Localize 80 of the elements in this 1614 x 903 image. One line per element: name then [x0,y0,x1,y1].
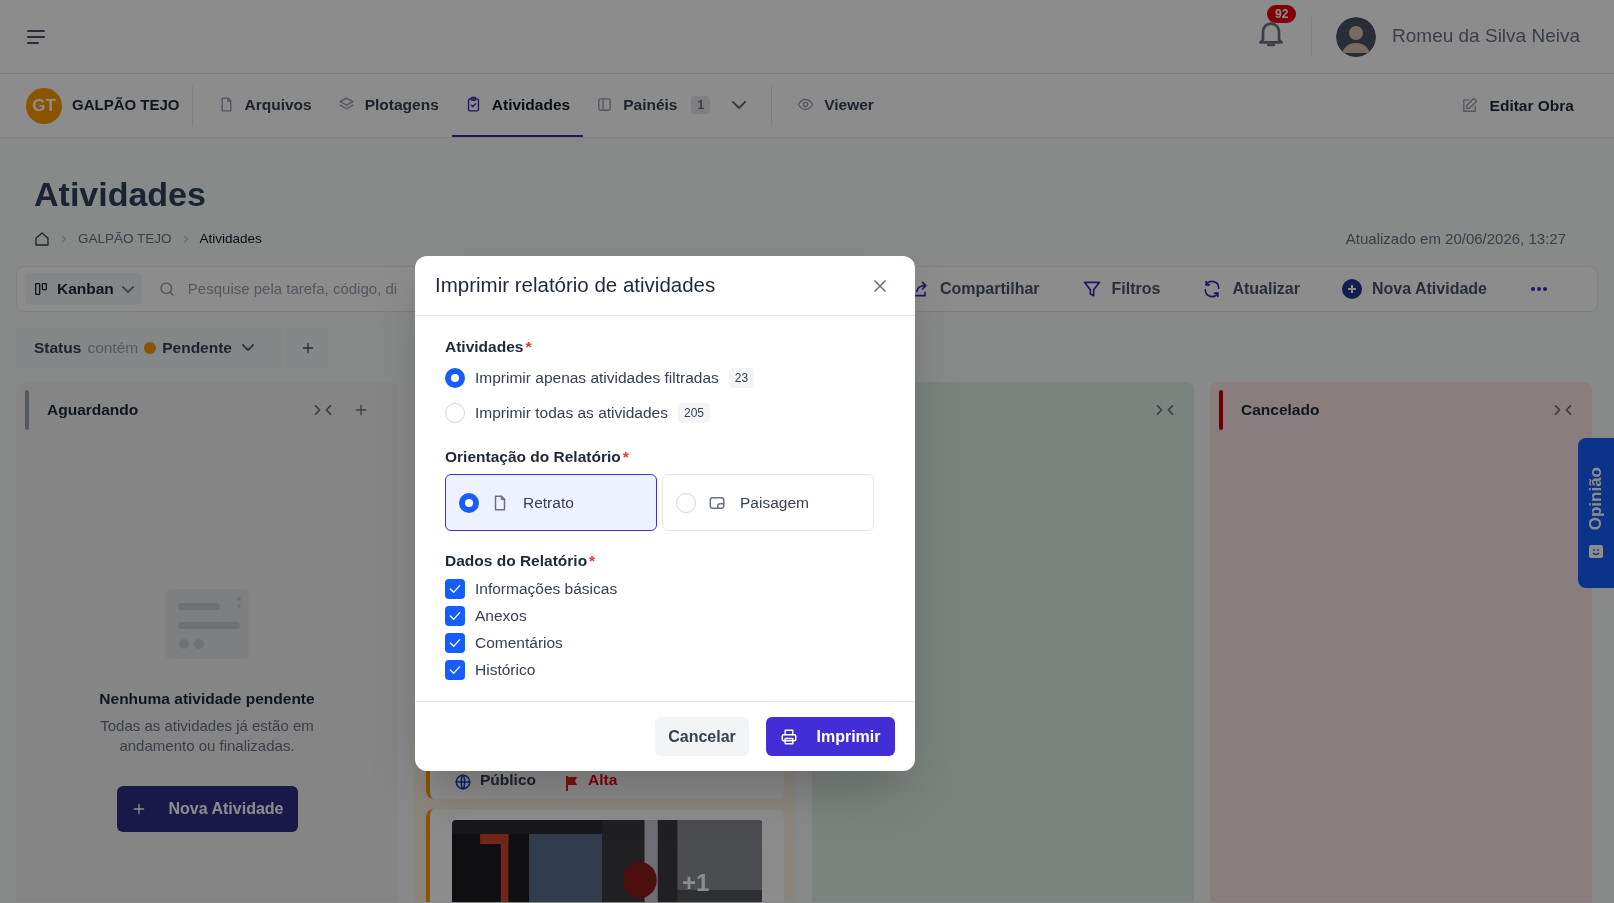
avatar[interactable] [1336,16,1376,57]
nav-tab[interactable]: Atividades [451,74,584,137]
more-images-count: +1 [682,868,710,898]
notification-count: 92 [1267,5,1297,23]
toolbar-button[interactable]: Atualizar [1202,277,1300,301]
activity-card[interactable]: +1 [426,809,784,902]
empty-state-text: Todas as atividades já estão em andamento ou finalizadas. [99,716,315,757]
nav-tab[interactable]: Arquivos [204,74,325,137]
section-label: Atividades [445,337,524,358]
project-logo: GT [26,87,62,124]
chevron-down-icon [732,100,747,109]
checkbox-label[interactable]: Comentários [475,631,563,655]
panel-icon [596,96,614,113]
home-link[interactable] [34,231,50,247]
count-badge: 23 [728,368,755,388]
radio-button[interactable] [459,492,479,513]
chevron-down-icon [242,344,254,351]
edit-icon [1460,97,1478,114]
nav-tab[interactable]: Painéis 1 [583,74,760,137]
toolbar-button[interactable]: Filtros [1081,277,1161,301]
eye-icon [797,96,815,113]
radio-button[interactable] [445,403,465,423]
updated-text: Atualizado em 20/06/2026, 13:27 [1345,228,1566,249]
project-name: GALPÃO TEJO [72,95,180,116]
new-activity-button[interactable]: Nova Atividade [116,786,298,833]
toolbar-button[interactable]: Compartilhar [909,277,1040,301]
empty-state-title: Nenhuma atividade pendente [99,689,315,709]
cancel-button[interactable]: Cancelar [655,717,749,756]
printer-icon [780,727,799,746]
section-label: Dados do Relatório [445,551,588,572]
visibility-label: Público [480,769,536,790]
count-badge: 1 [691,95,711,114]
column-color-bar [1219,390,1223,430]
kanban-icon [33,281,49,297]
orientation-option[interactable]: Paisagem [662,474,874,531]
required-mark: * [622,447,629,468]
option-label[interactable]: Imprimir apenas atividades filtradas [475,366,719,390]
required-mark: * [589,551,596,572]
section-label: Orientação do Relatório [445,447,621,468]
nav-tab[interactable]: Plotagens [324,74,452,137]
option-label[interactable]: Imprimir todas as atividades [475,401,668,425]
more-icon [1529,285,1549,293]
home-icon [34,231,50,247]
radio-button[interactable] [676,492,696,513]
count-badge: 205 [677,403,710,423]
column-title: Aguardando [47,400,139,421]
checkbox[interactable] [445,660,465,680]
required-mark: * [525,337,532,358]
user-name: Romeu da Silva Neiva [1392,24,1580,49]
feedback-tab[interactable]: Opinião [1578,438,1614,588]
checkbox-label[interactable]: Histórico [475,658,536,682]
print-button[interactable]: Imprimir [766,717,895,756]
filter-icon [1081,279,1102,299]
radio-button[interactable] [445,368,465,388]
dialog-title: Imprimir relatório de atividades [435,272,716,299]
smiley-icon [1588,542,1604,559]
column-color-bar [25,390,29,430]
checkbox[interactable] [445,633,465,653]
breadcrumb-link[interactable]: GALPÃO TEJO [78,228,172,250]
plus-icon [353,402,369,418]
orientation-option[interactable]: Retrato [445,474,657,531]
flag-icon [564,775,580,791]
page-title: Atividades [33,174,207,215]
priority-label: Alta [588,769,618,790]
toolbar-button[interactable]: Nova Atividade [1342,277,1487,301]
chevron-down-icon [121,285,134,293]
checkbox-label[interactable]: Anexos [475,604,527,628]
checkbox[interactable] [445,606,465,626]
edit-button[interactable]: Editar Obra [1460,93,1574,118]
column-title: Cancelado [1241,400,1320,421]
plus-circle-icon [1342,279,1362,299]
search-icon [157,280,176,298]
breadcrumb-current: Atividades [199,229,262,248]
checkbox-label[interactable]: Informações básicas [475,577,618,601]
view-dropdown[interactable]: Kanban [25,273,142,305]
checkbox[interactable] [445,579,465,599]
more-button[interactable] [1529,285,1549,293]
nav-tab[interactable]: Viewer [784,74,887,137]
globe-icon [454,773,472,791]
add-button[interactable] [353,402,369,418]
